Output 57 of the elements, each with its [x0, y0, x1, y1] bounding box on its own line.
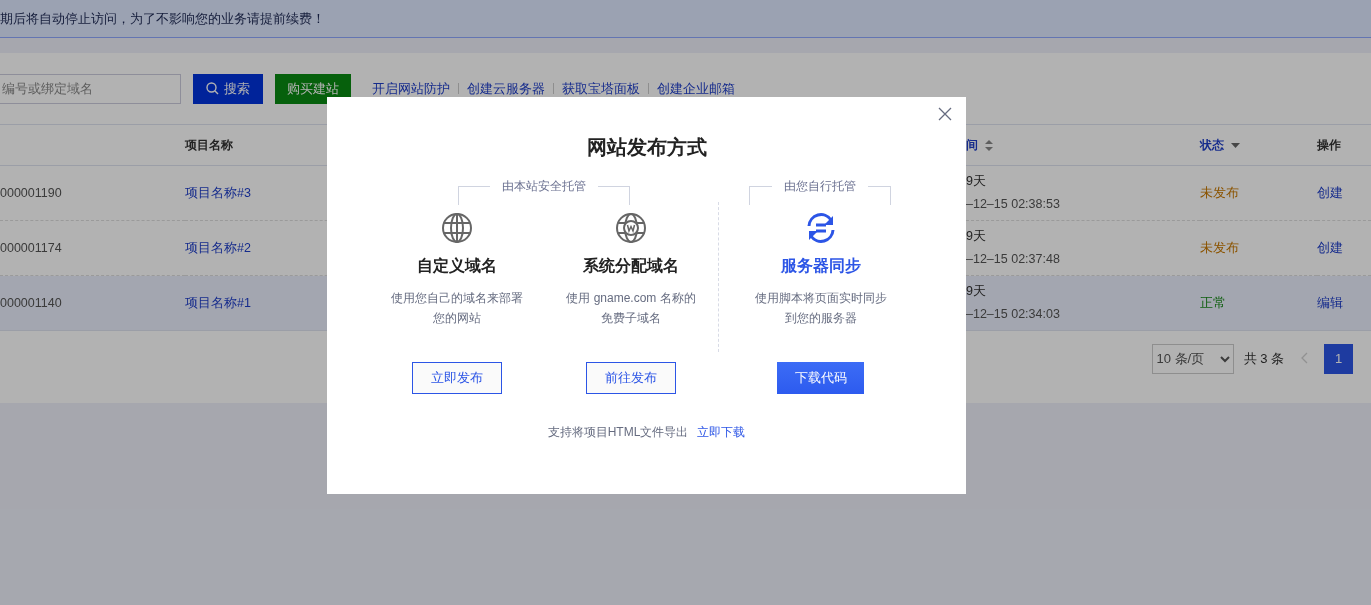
page-button[interactable]: 1: [1324, 343, 1353, 374]
created-time: –12–15 02:38:53: [966, 196, 1061, 213]
action-link[interactable]: 创建: [1317, 240, 1343, 255]
option-button[interactable]: 立即发布: [412, 362, 502, 394]
project-id: 000001174: [0, 240, 62, 255]
option-description: 使用您自己的域名来部署: [391, 290, 523, 307]
project-name-link[interactable]: 项目名称#2: [185, 240, 251, 255]
globe-icon: [615, 212, 647, 244]
option-button[interactable]: 前往发布: [586, 362, 676, 394]
created-time: –12–15 02:37:48: [966, 251, 1061, 268]
action-link[interactable]: 编辑: [1317, 295, 1343, 310]
option-button[interactable]: 下载代码: [777, 362, 864, 394]
option-description: 您的网站: [432, 310, 482, 327]
toolbar-link[interactable]: 创建云服务器: [467, 78, 545, 99]
filter-caret-icon[interactable]: [1230, 142, 1240, 148]
toolbar-link[interactable]: 获取宝塔面板: [562, 78, 640, 99]
option-description: 到您的服务器: [783, 310, 858, 327]
column-header[interactable]: 间: [966, 136, 978, 154]
total-count: 共 3 条: [1243, 349, 1284, 368]
status-text: 正常: [1200, 295, 1226, 310]
notice-text: 期后将自动停止访问，为了不影响您的业务请提前续费！: [0, 9, 325, 28]
project-id: 000001190: [0, 185, 62, 200]
remaining-days: 9天: [966, 282, 1200, 301]
remaining-days: 9天: [966, 227, 1200, 246]
search-icon: [206, 82, 219, 95]
created-time: –12–15 02:34:03: [966, 306, 1061, 323]
column-header[interactable]: 状态: [1200, 136, 1224, 154]
option-title: 系统分配域名: [583, 256, 679, 276]
globe-icon: [441, 212, 473, 244]
sort-icon[interactable]: [984, 139, 993, 151]
project-id: 000001140: [0, 295, 62, 310]
option-description: 使用脚本将页面实时同步: [754, 290, 887, 307]
group-label: 由本站安全托管: [490, 178, 598, 194]
group-label: 由您自行托管: [772, 178, 868, 194]
project-name-link[interactable]: 项目名称#3: [185, 185, 251, 200]
option-description: 使用 gname.com 名称的: [566, 290, 696, 307]
status-text: 未发布: [1200, 185, 1239, 200]
option-title: 服务器同步: [780, 256, 861, 276]
project-name-link[interactable]: 项目名称#1: [185, 295, 251, 310]
search-field[interactable]: 编号或绑定域名: [0, 73, 181, 104]
buy-button[interactable]: 购买建站: [275, 73, 351, 104]
modal-title: 网站发布方式: [585, 135, 708, 160]
download-link[interactable]: 立即下载: [697, 425, 746, 439]
column-header: 操作: [1317, 137, 1341, 154]
search-button[interactable]: 搜索: [193, 73, 263, 104]
toolbar-link[interactable]: 创建企业邮箱: [657, 78, 735, 99]
page-size-select[interactable]: 10 条/页: [1151, 343, 1234, 374]
remaining-days: 9天: [966, 172, 1200, 191]
close-icon: [938, 107, 952, 121]
status-text: 未发布: [1200, 240, 1239, 255]
toolbar-link[interactable]: 开启网站防护: [372, 78, 450, 99]
column-header: 项目名称: [185, 137, 233, 154]
footer-text: 支持将项目HTML文件导出: [547, 425, 689, 439]
close-button[interactable]: [938, 107, 954, 123]
action-link[interactable]: 创建: [1317, 185, 1343, 200]
option-title: 自定义域名: [417, 256, 497, 276]
option-description: 免费子域名: [600, 310, 662, 327]
